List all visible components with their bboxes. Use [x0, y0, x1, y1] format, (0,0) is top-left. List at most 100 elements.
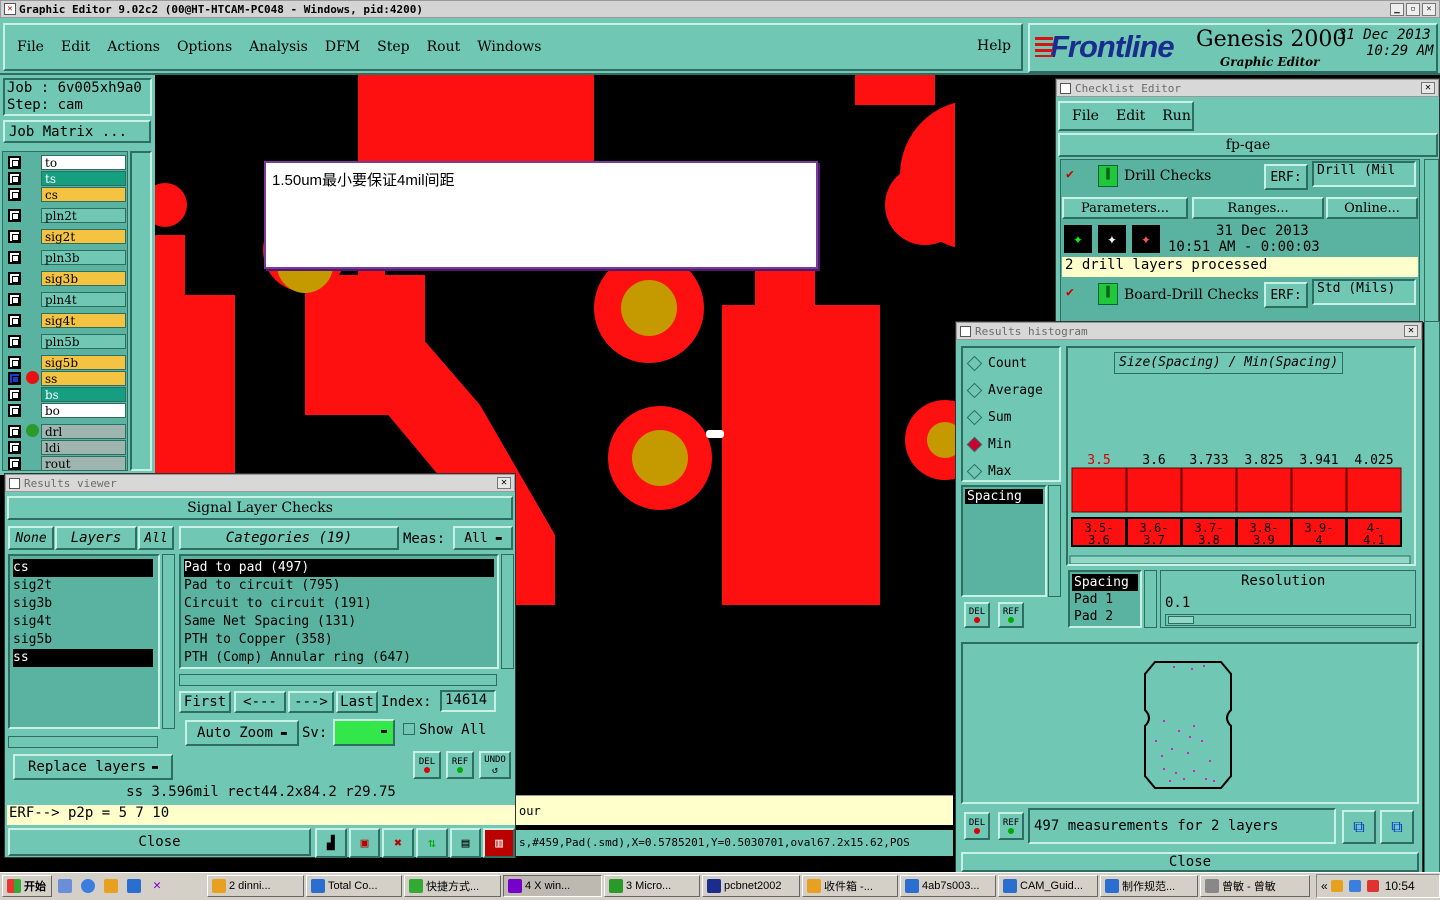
- resolution-slider[interactable]: [1165, 614, 1411, 626]
- layer-row-ss[interactable]: ss: [8, 370, 126, 386]
- layer-result-list[interactable]: cs sig2t sig3b sig4t sig5b ss: [8, 554, 160, 729]
- layer-name[interactable]: bo: [41, 402, 126, 418]
- quick-launch-icon-3[interactable]: [104, 879, 118, 893]
- menu-actions[interactable]: Actions: [107, 39, 160, 55]
- hist-del-button-2[interactable]: DEL: [964, 812, 990, 840]
- menu-edit[interactable]: Edit: [61, 39, 90, 55]
- layer-name[interactable]: pln3b: [41, 249, 126, 265]
- layer-name[interactable]: sig4t: [41, 312, 126, 328]
- layer-checkbox[interactable]: [8, 313, 21, 327]
- all-layers-button[interactable]: All: [138, 526, 174, 550]
- category-item[interactable]: Same Net Spacing (131): [184, 613, 497, 631]
- layer-name[interactable]: sig2t: [41, 228, 126, 244]
- layer-name[interactable]: pln2t: [41, 207, 126, 223]
- mode-average[interactable]: Average: [963, 377, 1059, 404]
- selection-item[interactable]: Pad 2: [1072, 608, 1138, 625]
- layer-name[interactable]: ldi: [41, 439, 126, 455]
- prev-button[interactable]: <---: [234, 691, 286, 713]
- checklist-close-icon[interactable]: ✕: [1421, 82, 1435, 94]
- hist-ref-button-2[interactable]: REF: [998, 812, 1024, 840]
- category-list[interactable]: Pad to pad (497) Pad to circuit (795) Circ…: [179, 554, 499, 669]
- layer-checkbox[interactable]: [8, 208, 21, 222]
- layer-row-sig2t[interactable]: sig2t: [8, 228, 126, 244]
- action1-checkbox[interactable]: ✔: [1066, 167, 1074, 182]
- quick-launch-icon-1[interactable]: [58, 879, 72, 893]
- board-preview[interactable]: [961, 642, 1419, 804]
- layer-row-pln3b[interactable]: pln3b: [8, 249, 126, 265]
- ranges-button[interactable]: Ranges...: [1192, 197, 1324, 219]
- layer-checkbox[interactable]: [8, 424, 21, 438]
- layer-result-item[interactable]: cs: [13, 559, 153, 577]
- tray-icon-3[interactable]: [1366, 880, 1379, 892]
- parameters-button[interactable]: Parameters...: [1062, 197, 1188, 219]
- layer-row-pln5b[interactable]: pln5b: [8, 333, 126, 349]
- histogram-bar[interactable]: [1291, 467, 1347, 513]
- rv-close-button[interactable]: Close: [8, 828, 311, 856]
- taskbar-item[interactable]: 2 dinni...: [207, 875, 304, 897]
- slider-thumb[interactable]: [1168, 616, 1194, 624]
- layer-row-cs[interactable]: cs: [8, 186, 126, 202]
- layer-row-rout[interactable]: rout: [8, 455, 126, 471]
- layer-checkbox[interactable]: [8, 403, 21, 417]
- none-button[interactable]: None: [8, 526, 54, 550]
- layer-name[interactable]: bs: [41, 386, 126, 402]
- histogram-bar[interactable]: [1236, 467, 1292, 513]
- toolbar-sort-icon[interactable]: ⇅: [416, 828, 448, 858]
- layer-name[interactable]: ss: [41, 370, 126, 386]
- rv-del-button[interactable]: DEL: [413, 751, 441, 779]
- close-window-button[interactable]: ✕: [1422, 3, 1436, 16]
- layer-checkbox[interactable]: [8, 334, 21, 348]
- selection-item[interactable]: Pad 1: [1072, 591, 1138, 608]
- layer-row-sig3b[interactable]: sig3b: [8, 270, 126, 286]
- histogram-hscroll[interactable]: [1069, 555, 1411, 564]
- tray-icon-2[interactable]: [1348, 880, 1361, 892]
- online-button[interactable]: Online...: [1326, 197, 1418, 219]
- histogram-close-icon[interactable]: ✕: [1404, 325, 1418, 337]
- layer-row-bo[interactable]: bo: [8, 402, 126, 418]
- layer-checkbox[interactable]: [8, 440, 21, 454]
- layer-name[interactable]: pln5b: [41, 333, 126, 349]
- histogram-bar[interactable]: [1346, 467, 1402, 513]
- histogram-bar[interactable]: [1181, 467, 1237, 513]
- histogram-bars[interactable]: 3.53.5-3.63.63.6-3.73.7333.7-3.83.8253.8…: [1068, 348, 1414, 564]
- checklist-menu-file[interactable]: File: [1072, 108, 1099, 124]
- menu-help[interactable]: Help: [977, 38, 1011, 54]
- toolbar-person-icon[interactable]: ▟: [315, 828, 347, 858]
- layer-name[interactable]: ts: [41, 170, 126, 186]
- taskbar-item[interactable]: 曾敏 - 曾敏: [1200, 875, 1310, 897]
- mode-max[interactable]: Max: [963, 458, 1059, 485]
- run-icon-3[interactable]: ✦: [1132, 225, 1160, 253]
- rv-close-icon[interactable]: ✕: [497, 477, 511, 489]
- category-item[interactable]: Circuit to circuit (191): [184, 595, 497, 613]
- mode-min[interactable]: Min: [963, 431, 1059, 458]
- histogram-close-button[interactable]: Close: [961, 852, 1419, 872]
- menu-step[interactable]: Step: [377, 39, 409, 55]
- index-input[interactable]: 14614: [440, 690, 496, 712]
- category-item[interactable]: Pad to pad (497): [184, 559, 494, 577]
- measure-list-scrollbar[interactable]: [1048, 485, 1061, 597]
- toolbar-chart-icon[interactable]: ▥: [483, 828, 516, 858]
- category-item[interactable]: Pad to circuit (795): [184, 577, 497, 595]
- layer-result-item[interactable]: sig4t: [13, 613, 158, 631]
- mode-count[interactable]: Count: [963, 350, 1059, 377]
- toolbar-cross-icon[interactable]: ✖: [382, 828, 415, 858]
- layer-result-scrollbar[interactable]: [162, 554, 175, 729]
- layer-result-item[interactable]: ss: [13, 649, 153, 667]
- first-button[interactable]: First: [179, 691, 231, 713]
- action2-checkbox[interactable]: ✔: [1066, 285, 1074, 300]
- layer-row-ldi[interactable]: ldi: [8, 439, 126, 455]
- histogram-bar[interactable]: [1071, 467, 1127, 513]
- menu-dfm[interactable]: DFM: [325, 39, 360, 55]
- layer-name[interactable]: sig5b: [41, 354, 126, 370]
- layer-name[interactable]: rout: [41, 455, 126, 471]
- taskbar-item[interactable]: 收件箱 -...: [802, 875, 898, 897]
- layer-row-sig4t[interactable]: sig4t: [8, 312, 126, 328]
- tray-icon-1[interactable]: [1330, 880, 1343, 892]
- layer-name[interactable]: sig3b: [41, 270, 126, 286]
- taskbar-item[interactable]: 制作规范...: [1100, 875, 1198, 897]
- layer-checkbox[interactable]: [8, 155, 21, 169]
- ie-icon[interactable]: [81, 879, 95, 893]
- checklist-menu-run[interactable]: Run: [1162, 108, 1191, 124]
- hist-del-button[interactable]: DEL: [964, 602, 990, 628]
- toolbar-monitor-icon[interactable]: ▣: [348, 828, 381, 858]
